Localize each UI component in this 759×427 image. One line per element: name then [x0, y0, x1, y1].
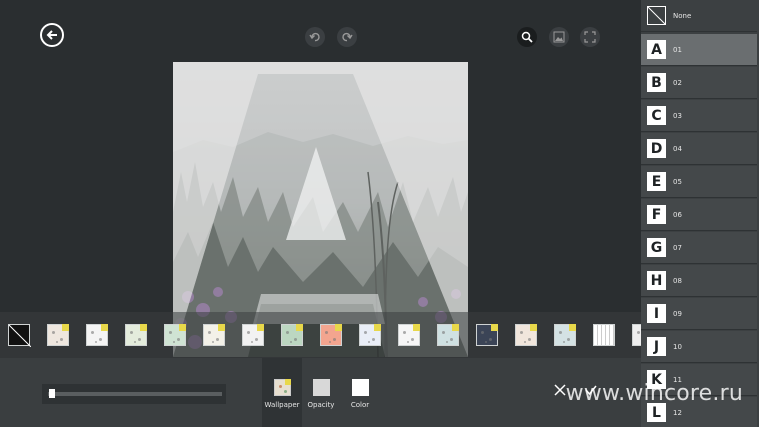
- pattern-swatch[interactable]: [47, 324, 69, 346]
- undo-icon: [309, 32, 320, 42]
- premium-tag: [62, 324, 69, 331]
- font-item-number: 01: [673, 45, 682, 54]
- premium-tag: [491, 324, 498, 331]
- font-preview-letter: F: [647, 205, 666, 224]
- color-label: Color: [350, 401, 370, 409]
- pattern-swatch[interactable]: [554, 324, 576, 346]
- font-item-a[interactable]: A 01: [641, 34, 757, 66]
- cancel-button[interactable]: [554, 384, 566, 400]
- pattern-swatch[interactable]: [164, 324, 186, 346]
- font-preview-letter: E: [647, 172, 666, 191]
- back-button[interactable]: [40, 23, 64, 47]
- pattern-swatch[interactable]: [86, 324, 108, 346]
- font-preview-letter: G: [647, 238, 666, 257]
- wallpaper-label: Wallpaper: [264, 401, 300, 409]
- close-icon: [554, 384, 566, 396]
- premium-tag: [413, 324, 420, 331]
- font-item-number: 04: [673, 144, 682, 153]
- pattern-swatch[interactable]: [437, 324, 459, 346]
- arrow-left-icon: [46, 30, 57, 40]
- font-item-c[interactable]: C 03: [641, 100, 757, 132]
- image-icon: [553, 31, 565, 43]
- redo-icon: [342, 32, 353, 42]
- image-button[interactable]: [549, 27, 569, 47]
- font-preview-letter: J: [647, 337, 666, 356]
- font-item-none[interactable]: None: [641, 0, 757, 32]
- font-item-e[interactable]: E 05: [641, 166, 757, 198]
- font-preview-letter: A: [647, 40, 666, 59]
- premium-tag: [530, 324, 537, 331]
- font-item-label: None: [673, 11, 692, 20]
- pattern-swatch[interactable]: [593, 324, 615, 346]
- opacity-label: Opacity: [307, 401, 335, 409]
- font-preview-letter: D: [647, 139, 666, 158]
- premium-tag: [140, 324, 147, 331]
- zoom-button[interactable]: [517, 27, 537, 47]
- font-item-number: 06: [673, 210, 682, 219]
- pattern-swatch[interactable]: [476, 324, 498, 346]
- font-preview-letter: H: [647, 271, 666, 290]
- font-item-number: 02: [673, 78, 682, 87]
- font-item-i[interactable]: I 09: [641, 298, 757, 330]
- pattern-swatch[interactable]: [203, 324, 225, 346]
- pattern-swatch[interactable]: [125, 324, 147, 346]
- pattern-swatch[interactable]: [242, 324, 264, 346]
- search-icon: [521, 31, 533, 43]
- pattern-swatch[interactable]: [320, 324, 342, 346]
- premium-tag: [101, 324, 108, 331]
- font-item-number: 05: [673, 177, 682, 186]
- premium-tag: [452, 324, 459, 331]
- pattern-swatch[interactable]: [398, 324, 420, 346]
- font-item-j[interactable]: J 10: [641, 331, 757, 363]
- premium-tag: [335, 324, 342, 331]
- color-icon: [351, 379, 369, 396]
- wallpaper-icon: [273, 379, 291, 396]
- font-preview-letter: B: [647, 73, 666, 92]
- premium-tag: [218, 324, 225, 331]
- opacity-icon: [312, 379, 330, 396]
- pattern-swatch[interactable]: [8, 324, 32, 348]
- none-icon: [647, 6, 666, 25]
- font-item-g[interactable]: G 07: [641, 232, 757, 264]
- color-tool[interactable]: Color: [346, 358, 374, 427]
- redo-button[interactable]: [337, 27, 357, 47]
- premium-tag: [374, 324, 381, 331]
- font-item-h[interactable]: H 08: [641, 265, 757, 297]
- font-preview-letter: I: [647, 304, 666, 323]
- font-item-number: 10: [673, 342, 682, 351]
- fullscreen-icon: [584, 31, 596, 43]
- font-item-number: 07: [673, 243, 682, 252]
- font-item-b[interactable]: B 02: [641, 67, 757, 99]
- premium-tag: [296, 324, 303, 331]
- wallpaper-tool[interactable]: Wallpaper: [262, 358, 302, 427]
- watermark: www.wincore.ru: [565, 381, 743, 406]
- font-item-number: 08: [673, 276, 682, 285]
- premium-tag: [569, 324, 576, 331]
- app-window: Wallpaper Opacity Color None A 01 B 02 C 03 D 0…: [0, 0, 759, 427]
- font-item-d[interactable]: D 04: [641, 133, 757, 165]
- pattern-swatch[interactable]: [515, 324, 537, 346]
- font-preview-letter: C: [647, 106, 666, 125]
- slider-track[interactable]: [48, 392, 222, 396]
- font-item-number: 09: [673, 309, 682, 318]
- pattern-swatch[interactable]: [281, 324, 303, 346]
- premium-tag: [257, 324, 264, 331]
- font-item-f[interactable]: F 06: [641, 199, 757, 231]
- font-item-number: 03: [673, 111, 682, 120]
- fullscreen-button[interactable]: [580, 27, 600, 47]
- pattern-swatch[interactable]: [359, 324, 381, 346]
- premium-tag: [179, 324, 186, 331]
- font-item-number: 12: [673, 408, 682, 417]
- slider-thumb[interactable]: [49, 389, 56, 398]
- undo-button[interactable]: [305, 27, 325, 47]
- opacity-tool[interactable]: Opacity: [306, 358, 336, 427]
